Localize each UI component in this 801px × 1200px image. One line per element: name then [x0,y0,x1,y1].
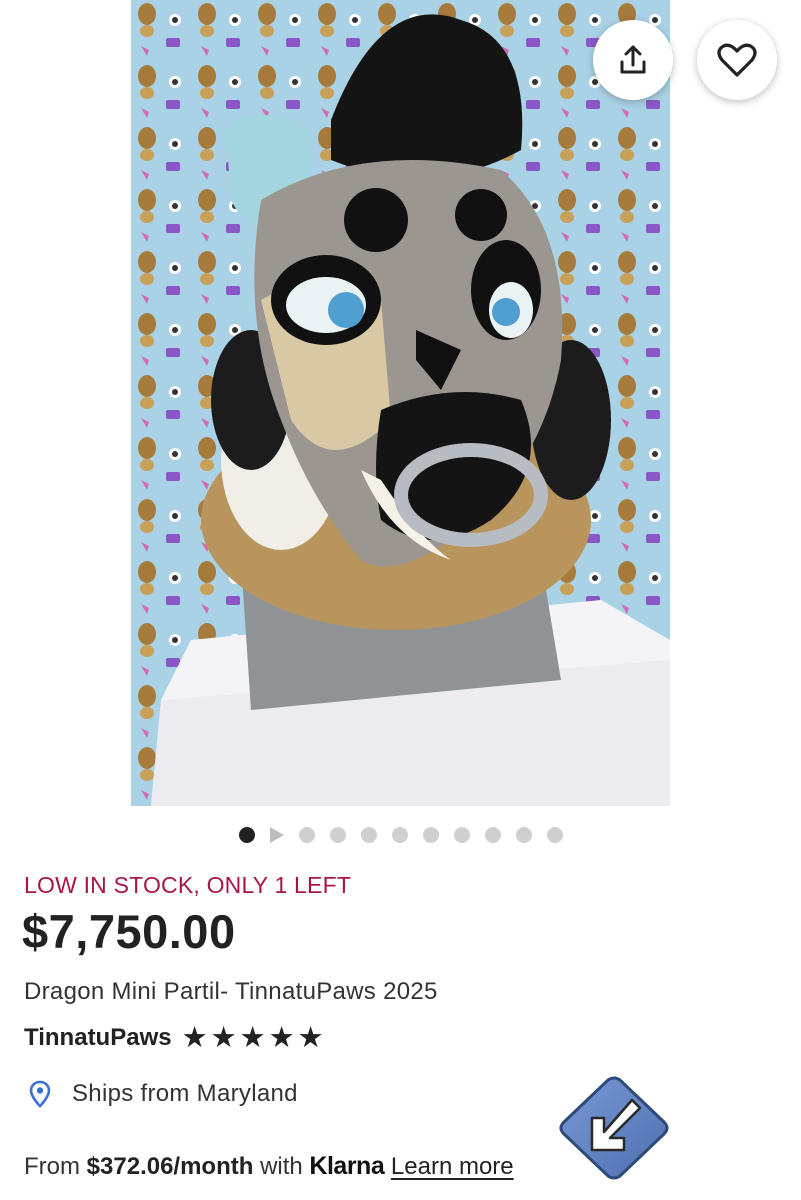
listing-title: Dragon Mini Partil- TinnatuPaws 2025 [24,978,438,1005]
financing-middle: with [253,1153,310,1180]
share-icon [620,45,646,74]
star-icon: ★ [210,1021,237,1054]
carousel-dot[interactable] [360,827,377,843]
carousel-dot[interactable] [515,827,532,843]
rating-stars[interactable]: ★ ★ ★ ★ ★ [181,1021,324,1054]
stock-notice: LOW IN STOCK, ONLY 1 LEFT [24,872,352,898]
carousel-dot[interactable] [329,827,346,843]
carousel-dot[interactable] [422,827,439,843]
financing-offer: From $372.06/month with Klarna Learn mor… [24,1152,514,1181]
financing-prefix: From [24,1153,87,1180]
favorite-button[interactable] [697,20,777,100]
klarna-logo: Klarna [309,1152,385,1180]
price: $7,750.00 [22,905,236,958]
image-area [0,0,801,812]
share-button[interactable] [593,20,673,100]
carousel-dot[interactable] [453,827,470,843]
carousel-dot[interactable] [484,827,501,843]
diagonal-arrow-sticker-icon [559,1076,669,1180]
carousel-indicator [0,826,801,844]
star-icon: ★ [268,1021,295,1054]
shipping-origin: Ships from Maryland [28,1080,298,1108]
carousel-dot[interactable] [546,827,563,843]
location-pin-icon [29,1080,51,1108]
star-icon: ★ [297,1021,324,1054]
ships-from-text: Ships from Maryland [72,1080,298,1107]
star-icon: ★ [181,1021,208,1054]
carousel-dot[interactable] [298,827,315,843]
shop-rating-row: TinnatuPaws ★ ★ ★ ★ ★ [24,1022,324,1054]
heart-icon [717,43,757,77]
learn-more-link[interactable]: Learn more [391,1153,514,1180]
product-photo[interactable] [131,0,670,806]
video-play-icon[interactable] [269,827,284,843]
shop-name-link[interactable]: TinnatuPaws [24,1024,172,1052]
fursuit-head-photo [131,0,670,806]
star-icon: ★ [239,1021,266,1054]
carousel-dot[interactable] [391,827,408,843]
carousel-dot[interactable] [238,827,255,843]
monthly-amount: $372.06/month [86,1153,254,1180]
